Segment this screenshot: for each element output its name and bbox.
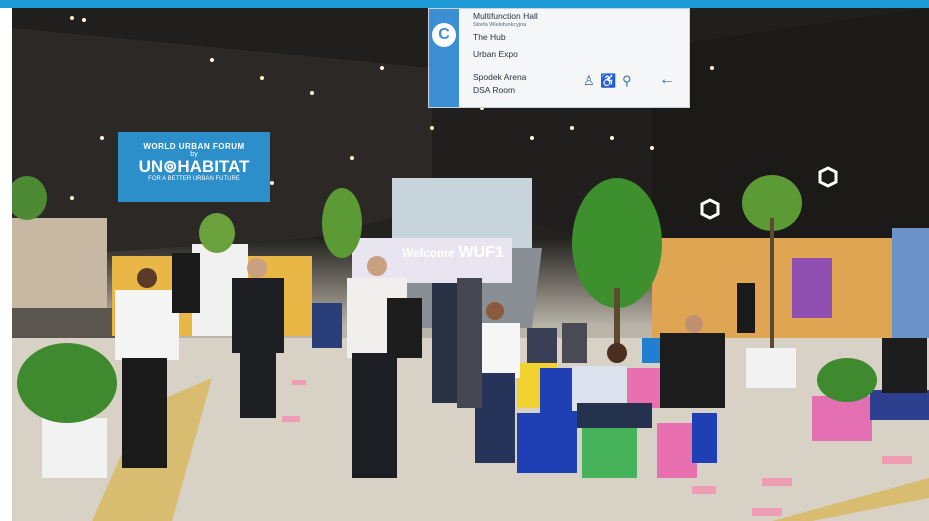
welcome-text: Welcome xyxy=(402,246,455,260)
hall-direction-sign: C Multifunction Hall Strefa Wielofunkcyj… xyxy=(428,8,690,108)
purple-booth xyxy=(792,258,832,318)
sign-line-3: Urban Expo xyxy=(473,49,518,59)
photo-frame: C Multifunction Hall Strefa Wielofunkcyj… xyxy=(0,0,929,521)
facility-icons: ♙ ♿ ⚲ xyxy=(583,73,633,89)
back-hall xyxy=(392,178,532,248)
world-urban-forum-banner: WORLD URBAN FORUM by UN⊚HABITAT FOR A BE… xyxy=(118,132,270,202)
sign-line-1: Multifunction Hall xyxy=(473,11,538,21)
wuf-logo-text: WUF1 xyxy=(458,244,504,261)
zone-badge: C xyxy=(429,9,459,107)
toilet-icon: ⚲ xyxy=(622,73,633,88)
accessibility-icon: ♿ xyxy=(600,73,618,88)
zone-letter: C xyxy=(432,23,456,47)
banner-line-1: WORLD URBAN FORUM xyxy=(143,142,245,151)
sign-line-5: DSA Room xyxy=(473,85,516,95)
venue-photo: C Multifunction Hall Strefa Wielofunkcyj… xyxy=(12,8,929,521)
right-pillar xyxy=(892,228,929,338)
left-arrow-icon: ← xyxy=(659,71,675,88)
banner-logo: UN⊚HABITAT xyxy=(138,157,250,176)
sign-subline: Strefa Wielofunkcyjna xyxy=(473,22,527,28)
welcome-sign: Welcome WUF1 xyxy=(402,244,504,262)
person-icon: ♙ xyxy=(583,73,596,88)
sign-line-4: Spodek Arena xyxy=(473,72,527,82)
top-accent-bar xyxy=(0,0,929,8)
sign-line-2: The Hub xyxy=(473,32,506,42)
banner-tagline: FOR A BETTER URBAN FUTURE xyxy=(148,176,240,182)
left-wall-panel xyxy=(12,218,107,318)
